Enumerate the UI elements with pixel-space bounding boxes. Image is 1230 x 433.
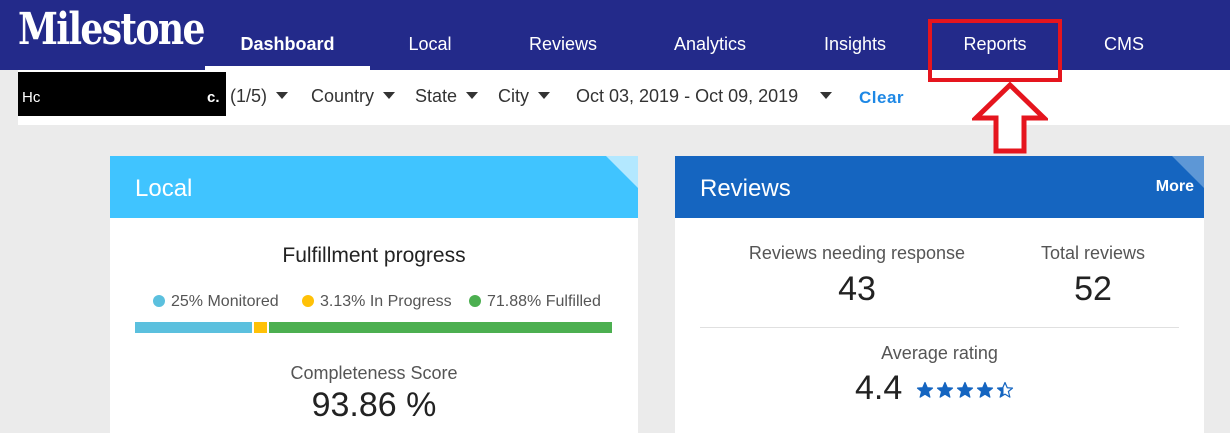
legend-in-progress-label: 3.13% In Progress bbox=[320, 293, 452, 310]
chevron-down-icon bbox=[820, 92, 833, 99]
reviews-needing-response-value: 43 bbox=[838, 270, 876, 308]
progress-segment-in-progress bbox=[254, 322, 270, 333]
total-reviews-value: 52 bbox=[1074, 270, 1112, 308]
location-count: (1/5) bbox=[230, 86, 268, 106]
nav-reviews[interactable]: Reviews bbox=[498, 0, 628, 70]
local-card: Local Fulfillment progress 25% Monitored… bbox=[110, 156, 638, 433]
clear-filters-link[interactable]: Clear bbox=[859, 88, 904, 108]
completeness-score-value: 93.86 % bbox=[311, 386, 437, 424]
location-text-tail: c. bbox=[207, 89, 220, 106]
reviews-card-header: Reviews More bbox=[675, 156, 1204, 218]
location-text-fragment: Hc bbox=[22, 89, 41, 106]
fulfillment-progress-bar bbox=[135, 322, 613, 333]
state-label: State bbox=[415, 86, 458, 106]
local-card-title: Local bbox=[135, 175, 193, 202]
legend-fulfilled: 71.88% Fulfilled bbox=[469, 293, 601, 311]
country-label: Country bbox=[311, 86, 375, 106]
location-dropdown[interactable]: (1/5) bbox=[230, 86, 289, 107]
average-rating-label: Average rating bbox=[881, 343, 998, 363]
legend-monitored: 25% Monitored bbox=[153, 293, 279, 311]
legend-monitored-label: 25% Monitored bbox=[171, 293, 279, 310]
progress-segment-fulfilled bbox=[269, 322, 613, 333]
reviews-card: Reviews More Reviews needing response 43… bbox=[675, 156, 1204, 433]
nav-local[interactable]: Local bbox=[370, 0, 490, 70]
annotation-highlight-box bbox=[928, 19, 1062, 82]
legend-in-progress: 3.13% In Progress bbox=[302, 293, 452, 311]
nav-dashboard[interactable]: Dashboard bbox=[205, 0, 370, 70]
annotation-up-arrow-icon bbox=[972, 82, 1048, 154]
chevron-down-icon bbox=[466, 92, 479, 99]
city-dropdown[interactable]: City bbox=[498, 86, 550, 107]
reviews-card-title: Reviews bbox=[700, 175, 791, 202]
progress-segment-monitored bbox=[135, 322, 255, 333]
chevron-down-icon bbox=[383, 92, 396, 99]
date-range-picker[interactable]: Oct 03, 2019 - Oct 09, 2019 bbox=[576, 86, 833, 107]
star-full-icon bbox=[936, 381, 954, 398]
card-corner-fold bbox=[606, 156, 638, 188]
chevron-down-icon bbox=[538, 92, 550, 99]
redacted-location: Hc c. bbox=[18, 72, 226, 116]
nav-analytics[interactable]: Analytics bbox=[640, 0, 780, 70]
star-full-icon bbox=[976, 381, 994, 398]
star-full-icon bbox=[916, 381, 934, 398]
completeness-score-label: Completeness Score bbox=[290, 363, 458, 383]
fulfilled-dot-icon bbox=[469, 295, 481, 307]
chevron-down-icon bbox=[276, 92, 289, 99]
total-reviews-label: Total reviews bbox=[1040, 243, 1146, 263]
in-progress-dot-icon bbox=[302, 295, 314, 307]
city-label: City bbox=[498, 86, 529, 106]
monitored-dot-icon bbox=[153, 295, 165, 307]
date-range-label: Oct 03, 2019 - Oct 09, 2019 bbox=[576, 86, 799, 106]
card-corner-fold bbox=[1172, 156, 1204, 188]
legend-fulfilled-label: 71.88% Fulfilled bbox=[487, 293, 601, 310]
star-full-icon bbox=[956, 381, 974, 398]
fulfillment-progress-title: Fulfillment progress bbox=[282, 244, 466, 267]
milestone-logo[interactable]: Milestone bbox=[18, 4, 205, 55]
state-dropdown[interactable]: State bbox=[415, 86, 479, 107]
country-dropdown[interactable]: Country bbox=[311, 86, 396, 107]
nav-insights[interactable]: Insights bbox=[790, 0, 920, 70]
star-half-icon bbox=[996, 381, 1014, 398]
nav-cms[interactable]: CMS bbox=[1070, 0, 1178, 70]
local-card-header: Local bbox=[110, 156, 638, 218]
divider bbox=[700, 327, 1179, 328]
reviews-needing-response-label: Reviews needing response bbox=[748, 243, 966, 263]
average-rating-value: 4.4 bbox=[855, 369, 903, 407]
rating-stars bbox=[916, 381, 1014, 399]
